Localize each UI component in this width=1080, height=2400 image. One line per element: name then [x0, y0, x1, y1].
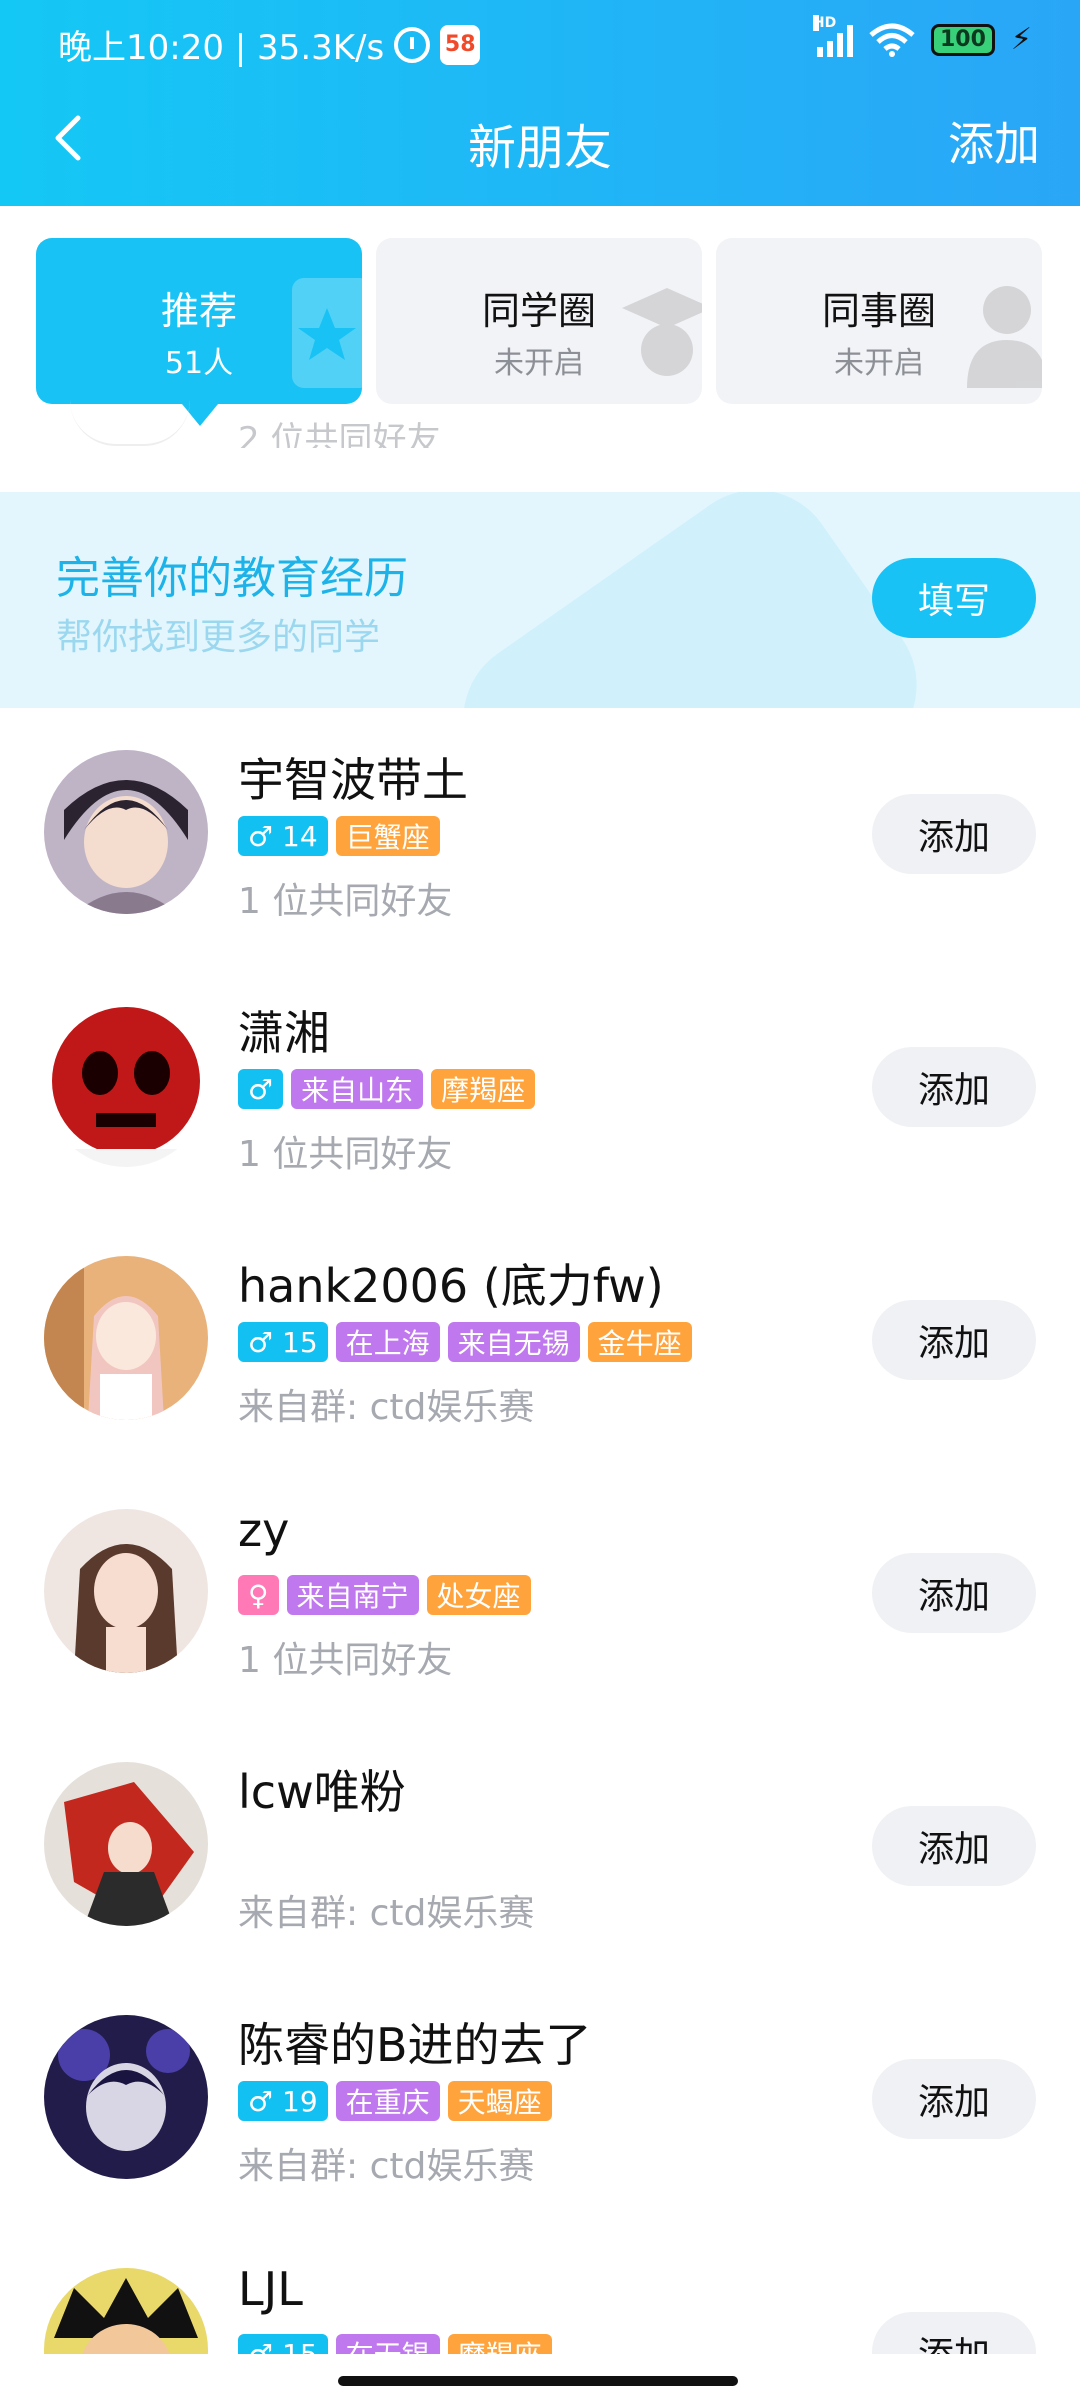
location-tag: 在重庆	[335, 2081, 440, 2121]
avatar-image	[44, 1509, 208, 1673]
partial-item-text: 2 位共同好友	[238, 420, 441, 448]
zodiac-tag: 摩羯座	[431, 1069, 536, 1109]
source-info: 来自群: ctd娱乐赛	[238, 1387, 535, 1428]
zodiac-tag: 金牛座	[587, 1322, 692, 1362]
person-name: hank2006 (底力fw)	[238, 1259, 664, 1313]
status-right: HD 100 ⚡	[812, 14, 1032, 57]
gender-tag: ♂	[238, 1069, 284, 1109]
nav-bar: 新朋友 添加	[0, 90, 1080, 186]
list-item[interactable]: lcw唯粉 来自群: ctd娱乐赛 添加	[0, 1754, 1080, 2007]
person-name: zy	[238, 1503, 290, 1557]
avatar[interactable]	[44, 2268, 208, 2354]
tab-sublabel: 51人	[164, 346, 234, 381]
avatar-image	[44, 1003, 208, 1167]
fill-education-button[interactable]: 填写	[872, 558, 1036, 638]
alarm-icon	[394, 26, 431, 63]
tag-group: ♂ 15 在上海 来自无锡 金牛座	[238, 1322, 692, 1362]
location-tag: 在上海	[335, 1322, 440, 1362]
tab-colleagues[interactable]: 同事圈 未开启	[716, 238, 1042, 404]
zodiac-tag: 摩羯座	[447, 2334, 552, 2354]
header: 晚上10:20 | 35.3K/s 58 HD 100 ⚡ 新朋友 添加	[0, 0, 1080, 206]
tab-label: 同事圈	[821, 289, 936, 333]
person-name: LJL	[238, 2262, 303, 2316]
banner-decoration	[431, 492, 949, 708]
location-tag: 在无锡	[335, 2334, 440, 2354]
add-button[interactable]: 添加	[872, 1806, 1036, 1886]
source-info: 来自群: ctd娱乐赛	[238, 2146, 535, 2187]
add-button[interactable]: 添加	[872, 1300, 1036, 1380]
source-info: 来自群: ctd娱乐赛	[238, 1893, 535, 1934]
list-item[interactable]: zy ♀ 来自南宁 处女座 1 位共同好友 添加	[0, 1501, 1080, 1754]
tab-label: 同学圈	[481, 289, 596, 333]
charging-icon: ⚡	[1010, 22, 1032, 57]
signal-icon: HD	[812, 14, 853, 57]
wifi-icon	[869, 23, 915, 57]
gender-tag: ♀	[238, 1575, 279, 1615]
avatar-image	[44, 1762, 208, 1926]
banner-title: 完善你的教育经历	[56, 553, 408, 604]
tab-label: 推荐	[160, 289, 237, 333]
tab-recommend[interactable]: 推荐 51人	[36, 238, 372, 426]
status-time-speed: 晚上10:20 | 35.3K/s	[58, 28, 385, 68]
page-title: 新朋友	[467, 120, 612, 176]
home-indicator[interactable]	[338, 2376, 738, 2386]
battery-icon: 100	[930, 23, 995, 56]
tab-sublabel: 未开启	[494, 346, 584, 381]
avatar-image	[44, 2268, 208, 2354]
tag-group: ♂ 15 在无锡 摩羯座	[238, 2334, 552, 2354]
list-item[interactable]: 陈睿的B进的去了 ♂ 19 在重庆 天蝎座 来自群: ctd娱乐赛 添加	[0, 2007, 1080, 2260]
avatar-image	[44, 750, 208, 914]
gender-age-tag: ♂ 19	[238, 2081, 328, 2121]
person-name: 潇湘	[238, 1006, 330, 1060]
add-button[interactable]: 添加	[872, 794, 1036, 874]
mutual-info: 1 位共同好友	[238, 1640, 453, 1681]
avatar[interactable]	[44, 1256, 208, 1420]
avatar-image	[44, 1256, 208, 1420]
hometown-tag: 来自山东	[291, 1069, 424, 1109]
add-friend-button[interactable]: 添加	[948, 108, 1040, 174]
add-button[interactable]: 添加	[872, 2059, 1036, 2139]
add-button[interactable]: 添加	[872, 2312, 1036, 2354]
tag-group: ♂ 14 巨蟹座	[238, 816, 440, 856]
person-name: 宇智波带土	[238, 753, 468, 807]
tag-group: ♂ 来自山东 摩羯座	[238, 1069, 536, 1109]
app-badge-icon: 58	[440, 24, 481, 65]
mutual-info: 1 位共同好友	[238, 881, 453, 922]
category-tabs: 推荐 51人 同学圈 未开启 同事圈 未开启	[36, 238, 1044, 426]
list-item[interactable]: 潇湘 ♂ 来自山东 摩羯座 1 位共同好友 添加	[0, 995, 1080, 1248]
hometown-tag: 来自无锡	[447, 1322, 580, 1362]
mutual-info: 1 位共同好友	[238, 1134, 453, 1175]
gender-age-tag: ♂ 15	[238, 2334, 328, 2354]
avatar[interactable]	[44, 1762, 208, 1926]
list-item[interactable]: LJL ♂ 15 在无锡 摩羯座 添加	[0, 2260, 1080, 2354]
tag-group: ♀ 来自南宁 处女座	[238, 1575, 531, 1615]
zodiac-tag: 天蝎座	[447, 2081, 552, 2121]
zodiac-tag: 处女座	[426, 1575, 531, 1615]
gender-age-tag: ♂ 14	[238, 816, 328, 856]
friend-suggestion-list: 宇智波带土 ♂ 14 巨蟹座 1 位共同好友 添加 潇湘 ♂ 来自山东 摩羯座 …	[0, 742, 1080, 2354]
avatar[interactable]	[44, 750, 208, 914]
avatar-image	[44, 2015, 208, 2179]
tab-classmates[interactable]: 同学圈 未开启	[376, 238, 702, 404]
add-button[interactable]: 添加	[872, 1553, 1036, 1633]
avatar[interactable]	[44, 1003, 208, 1167]
hometown-tag: 来自南宁	[286, 1575, 419, 1615]
tab-sublabel: 未开启	[834, 346, 924, 381]
avatar[interactable]	[44, 1509, 208, 1673]
person-name: 陈睿的B进的去了	[238, 2018, 592, 2072]
banner-subtitle: 帮你找到更多的同学	[56, 617, 381, 658]
partial-avatar	[70, 400, 190, 446]
tag-group: ♂ 19 在重庆 天蝎座	[238, 2081, 552, 2121]
zodiac-tag: 巨蟹座	[335, 816, 440, 856]
status-left: 晚上10:20 | 35.3K/s 58	[58, 20, 481, 69]
list-item[interactable]: 宇智波带土 ♂ 14 巨蟹座 1 位共同好友 添加	[0, 742, 1080, 995]
person-name: lcw唯粉	[238, 1765, 406, 1819]
add-button[interactable]: 添加	[872, 1047, 1036, 1127]
list-item[interactable]: hank2006 (底力fw) ♂ 15 在上海 来自无锡 金牛座 来自群: c…	[0, 1248, 1080, 1501]
avatar[interactable]	[44, 2015, 208, 2179]
status-bar: 晚上10:20 | 35.3K/s 58 HD 100 ⚡	[0, 0, 1080, 84]
network-type-label: HD	[812, 14, 837, 31]
education-banner[interactable]: 完善你的教育经历 帮你找到更多的同学 填写	[0, 492, 1080, 708]
gender-age-tag: ♂ 15	[238, 1322, 328, 1362]
